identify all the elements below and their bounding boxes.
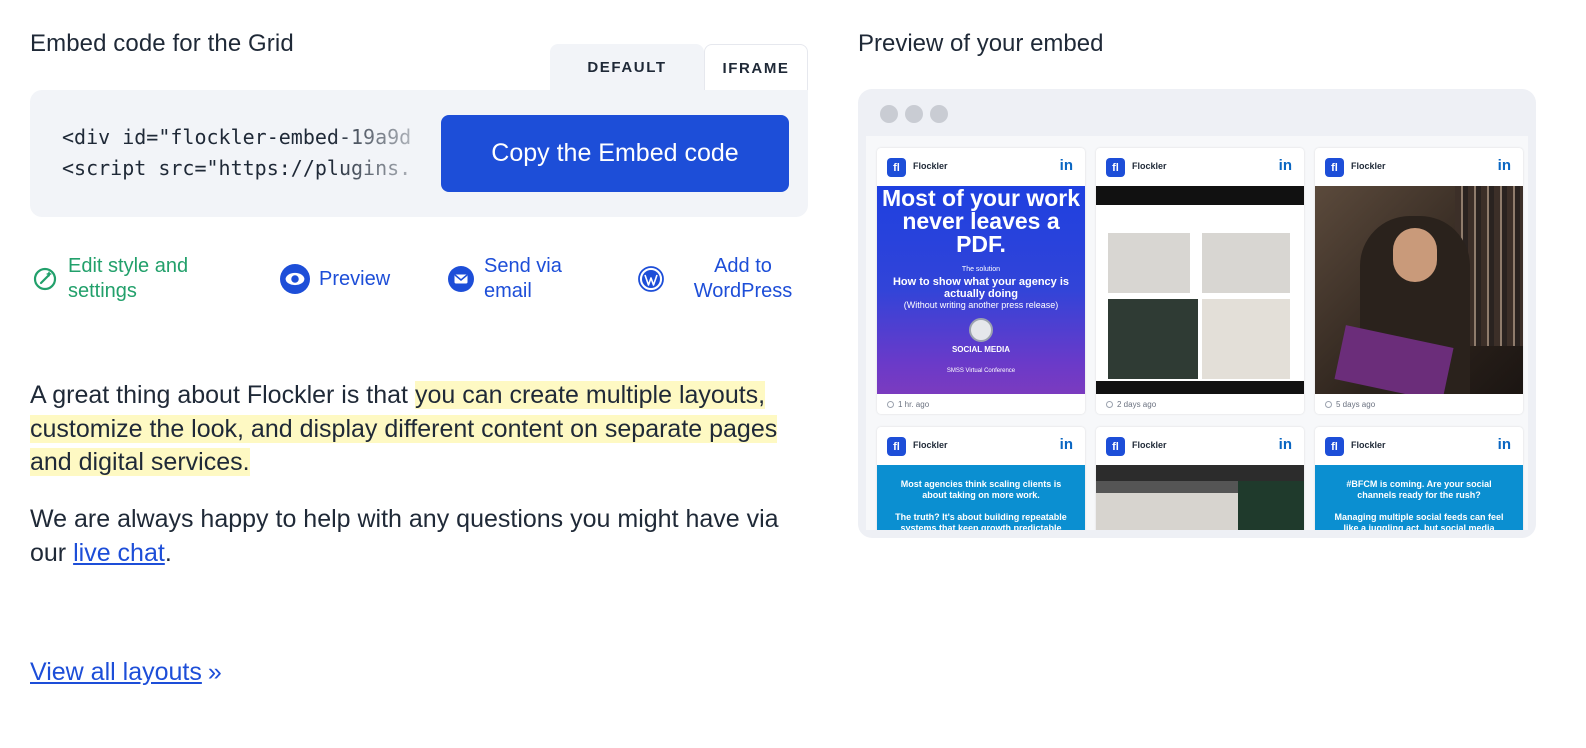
linkedin-icon: in <box>1278 157 1292 174</box>
card-brand: Flockler <box>913 161 948 171</box>
flockler-logo-icon: fl <box>1106 437 1125 456</box>
card-kicker: The solution <box>961 266 1001 273</box>
send-email-link[interactable]: Send via email <box>446 254 594 304</box>
wordpress-icon <box>636 264 666 294</box>
view-all-layouts-link[interactable]: View all layouts <box>30 658 202 686</box>
flockler-logo-icon: fl <box>887 437 906 456</box>
intro-text: A great thing about Flockler is that <box>30 381 415 409</box>
linkedin-icon: in <box>1497 436 1511 453</box>
card-sub2: (Without writing another press release) <box>903 300 1059 310</box>
card-footer: 2 days ago <box>1096 394 1304 414</box>
card-footer: 5 days ago <box>1315 394 1523 414</box>
card-media: Most of your work never leaves a PDF. Th… <box>877 186 1085 394</box>
flockler-logo-icon: fl <box>1325 158 1344 177</box>
product-photo <box>1202 299 1290 379</box>
preview-label: Preview <box>319 267 391 290</box>
card-header: fl Flockler in <box>877 427 1085 465</box>
card-time: 1 hr. ago <box>898 399 930 409</box>
linkedin-icon: in <box>1497 157 1511 174</box>
card-media: Most agencies think scaling clients is a… <box>877 465 1085 530</box>
grid-card[interactable]: fl Flockler in Most agencies think scali… <box>877 427 1085 530</box>
website-screenshot <box>1096 205 1304 381</box>
card-media <box>1315 186 1523 394</box>
magic-wand-icon <box>30 264 60 294</box>
product-photo <box>1202 233 1290 293</box>
linkedin-icon: in <box>1278 436 1292 453</box>
card-header: fl Flockler in <box>1096 148 1304 186</box>
card-brand: Flockler <box>1351 440 1386 450</box>
intro-paragraph: A great thing about Flockler is that you… <box>30 379 810 480</box>
linkedin-icon: in <box>1059 436 1073 453</box>
flockler-logo-icon: fl <box>887 158 906 177</box>
grid-card[interactable]: fl Flockler in 5 days ago <box>1315 148 1523 414</box>
add-wordpress-link[interactable]: Add to WordPress <box>636 254 798 304</box>
help-period: . <box>164 538 172 567</box>
card-time: 5 days ago <box>1336 399 1376 409</box>
grid-card[interactable]: fl Flockler in Most of your work never l… <box>877 148 1085 414</box>
clock-icon <box>1106 400 1113 408</box>
linkedin-icon: in <box>1059 157 1073 174</box>
card-brand: Flockler <box>1351 161 1386 171</box>
edit-style-link[interactable]: Edit style and settings <box>30 254 228 304</box>
card-event: SOCIAL MEDIA <box>951 345 1011 354</box>
card-brand: Flockler <box>913 440 948 450</box>
card-media <box>1096 186 1304 394</box>
live-chat-link[interactable]: live chat <box>73 539 165 567</box>
action-links: Edit style and settings Preview Send via… <box>30 252 808 308</box>
card-media <box>1096 465 1304 530</box>
embed-code-box: <div id="flockler-embed-19a9d <script sr… <box>30 90 808 217</box>
card-media: #BFCM is coming. Are your social channel… <box>1315 465 1523 530</box>
product-photo <box>1108 233 1190 293</box>
embed-title: Embed code for the Grid <box>30 30 294 57</box>
card-header: fl Flockler in <box>877 148 1085 186</box>
card-time: 2 days ago <box>1117 399 1157 409</box>
card-footnote: SMSS Virtual Conference <box>946 368 1016 374</box>
product-photo <box>1108 299 1198 379</box>
card-header: fl Flockler in <box>1096 427 1304 465</box>
card-text: Managing multiple social feeds can feel … <box>1334 512 1504 530</box>
card-sub: How to show what your agency is actually… <box>892 276 1070 300</box>
help-paragraph: We are always happy to help with any que… <box>30 503 810 570</box>
tab-iframe[interactable]: IFRAME <box>704 44 808 91</box>
browser-mockup: fl Flockler in Most of your work never l… <box>858 89 1536 538</box>
clock-icon <box>887 400 894 408</box>
card-footer: 1 hr. ago <box>877 394 1085 414</box>
card-headline: Most of your work never leaves a PDF. <box>881 186 1081 257</box>
card-brand: Flockler <box>1132 161 1167 171</box>
preview-link[interactable]: Preview <box>280 264 390 294</box>
window-dot-icon <box>905 105 923 123</box>
tab-default[interactable]: DEFAULT <box>550 44 704 91</box>
view-all-layouts: View all layouts» <box>30 658 222 687</box>
card-brand: Flockler <box>1132 440 1167 450</box>
window-dot-icon <box>880 105 898 123</box>
clock-icon <box>1325 400 1332 408</box>
edit-style-label: Edit style and settings <box>68 255 189 302</box>
eye-icon <box>280 264 310 294</box>
window-dot-icon <box>930 105 948 123</box>
card-header: fl Flockler in <box>1315 427 1523 465</box>
grid-card[interactable]: fl Flockler in <box>1096 427 1304 530</box>
embed-preview-grid: fl Flockler in Most of your work never l… <box>866 136 1528 530</box>
copy-embed-button[interactable]: Copy the Embed code <box>441 115 789 192</box>
card-text: Most agencies think scaling clients is a… <box>900 479 1062 500</box>
flockler-logo-icon: fl <box>1325 437 1344 456</box>
grid-card[interactable]: fl Flockler in 2 days ago <box>1096 148 1304 414</box>
add-wordpress-label: Add to WordPress <box>693 255 793 302</box>
embed-tabs: DEFAULT IFRAME <box>550 44 808 91</box>
face-image <box>1393 228 1437 282</box>
email-icon <box>446 264 476 294</box>
send-email-label: Send via email <box>484 255 562 302</box>
seal-icon <box>969 318 993 342</box>
video-participant <box>1238 481 1304 530</box>
raquo-icon: » <box>207 658 222 686</box>
card-text: The truth? It's about building repeatabl… <box>895 512 1067 530</box>
flockler-logo-icon: fl <box>1106 158 1125 177</box>
preview-title: Preview of your embed <box>858 30 1104 57</box>
video-participant <box>1096 493 1238 530</box>
card-header: fl Flockler in <box>1315 148 1523 186</box>
code-fade <box>330 110 450 200</box>
grid-card[interactable]: fl Flockler in #BFCM is coming. Are your… <box>1315 427 1523 530</box>
card-text: #BFCM is coming. Are your social channel… <box>1346 479 1492 500</box>
